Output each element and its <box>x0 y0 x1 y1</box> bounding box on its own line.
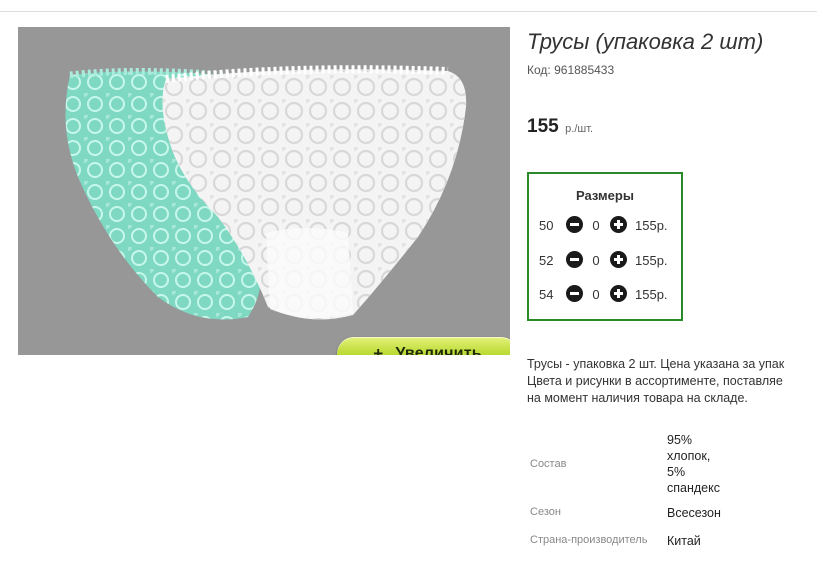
quantity-value: 0 <box>592 253 600 268</box>
description-line: Трусы - упаковка 2 шт. Цена указана за у… <box>527 357 785 371</box>
description-line: Цвета и рисунки в ассортименте, поставля… <box>527 374 783 388</box>
product-code-value: 961885433 <box>554 63 615 77</box>
minus-circle-icon[interactable] <box>566 285 583 302</box>
spec-value: Китай <box>667 533 701 549</box>
minus-circle-icon[interactable] <box>566 216 583 233</box>
spec-value: 95% хлопок, 5% спандекс <box>667 432 720 496</box>
quantity-value: 0 <box>592 287 600 302</box>
zoom-button[interactable]: + Увеличить <box>337 337 510 355</box>
zoom-button-label: Увеличить <box>395 345 482 355</box>
size-price: 155р. <box>635 218 668 233</box>
price-unit: р./шт. <box>565 123 594 135</box>
product-description: Трусы - упаковка 2 шт. Цена указана за у… <box>527 356 817 407</box>
zoom-plus-icon: + <box>373 344 384 355</box>
size-label: 54 <box>539 287 554 302</box>
top-divider <box>0 11 817 12</box>
sizes-panel: Размеры 50 0 155р. 52 0 155р. 54 0 155р. <box>527 172 683 321</box>
spec-value-line: Всесезон <box>667 506 721 520</box>
spec-label: Сезон <box>530 506 561 518</box>
spec-value-line: спандекс <box>667 481 720 495</box>
plus-circle-icon[interactable] <box>610 285 627 302</box>
product-image[interactable]: + Увеличить <box>18 27 510 355</box>
size-label: 52 <box>539 253 554 268</box>
size-row: 52 0 155р. <box>529 251 681 271</box>
size-price: 155р. <box>635 253 668 268</box>
product-price: 155 р./шт. <box>527 116 593 138</box>
plus-circle-icon[interactable] <box>610 216 627 233</box>
product-title: Трусы (упаковка 2 шт) <box>527 29 764 54</box>
size-row: 50 0 155р. <box>529 216 681 236</box>
spec-value: Всесезон <box>667 505 721 521</box>
sizes-title: Размеры <box>576 188 634 203</box>
size-price: 155р. <box>635 287 668 302</box>
spec-value-line: хлопок, <box>667 449 711 463</box>
plus-circle-icon[interactable] <box>610 251 627 268</box>
product-photo-illustration <box>65 65 467 320</box>
spec-value-line: Китай <box>667 534 701 548</box>
size-label: 50 <box>539 218 554 233</box>
spec-label: Состав <box>530 458 567 470</box>
spec-value-line: 5% <box>667 465 686 479</box>
quantity-value: 0 <box>592 218 600 233</box>
spec-value-line: 95% <box>667 433 693 447</box>
price-value: 155 <box>527 116 559 137</box>
product-code-label: Код: <box>527 63 551 77</box>
spec-label: Страна-производитель <box>530 534 648 546</box>
minus-circle-icon[interactable] <box>566 251 583 268</box>
size-row: 54 0 155р. <box>529 285 681 305</box>
description-line: на момент наличия товара на складе. <box>527 391 748 405</box>
product-code: Код: 961885433 <box>527 63 614 77</box>
